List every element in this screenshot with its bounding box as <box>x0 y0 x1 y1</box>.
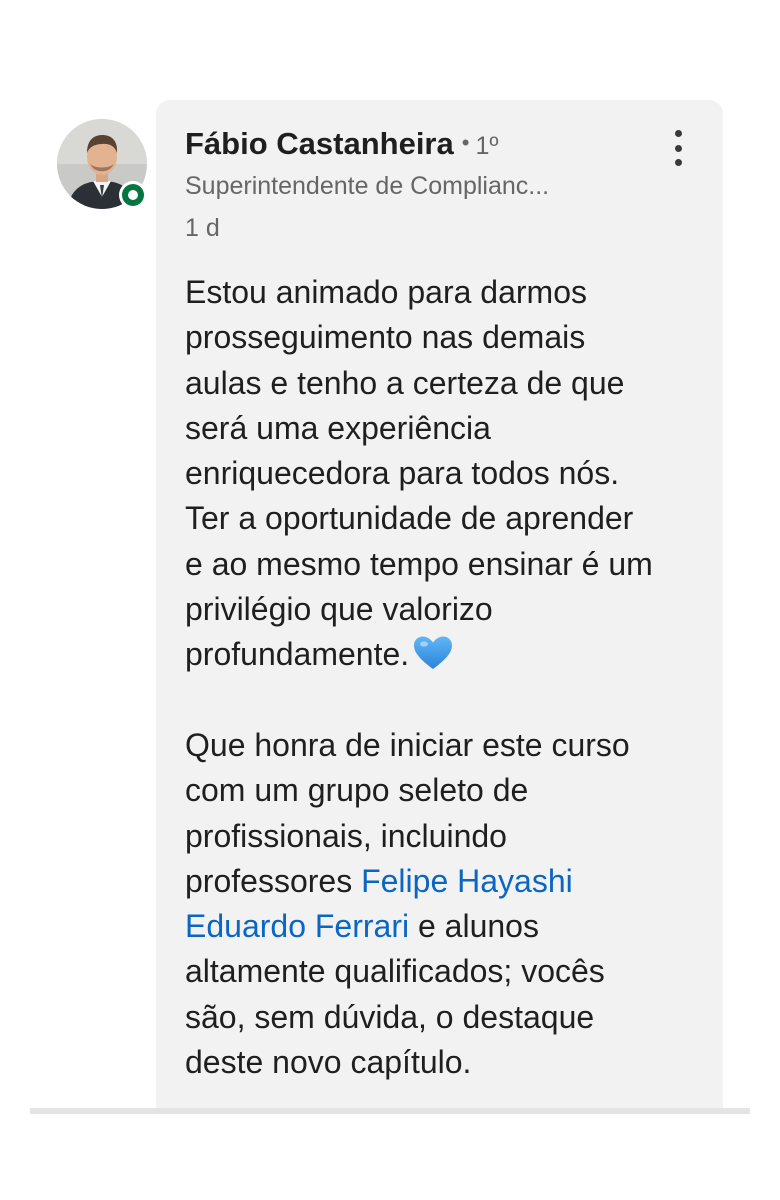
author-name[interactable]: Fábio Castanheira <box>185 126 454 161</box>
comment-text: Estou animado para darmos prosseguimento… <box>185 270 715 1085</box>
comment-card: Fábio Castanheira • 1º Superintendente de … <box>156 100 723 1110</box>
comment-line: enriquecedora para todos nós. <box>185 455 620 492</box>
comment-line-with-emoji: profundamente. <box>185 632 715 677</box>
blue-heart-emoji-icon <box>414 636 453 670</box>
comment-line: Que honra de iniciar este curso <box>185 726 630 763</box>
connection-degree: 1º <box>475 132 499 160</box>
comment-line-with-mention: Eduardo Ferrari e alunos <box>185 904 715 949</box>
comment-line: prosseguimento nas demais <box>185 319 586 356</box>
comment-header: Fábio Castanheira • 1º <box>185 126 499 162</box>
comment-line: deste novo capítulo. <box>185 1044 472 1081</box>
comment-line: Estou animado para darmos <box>185 274 587 310</box>
mention-felipe-hayashi-link[interactable]: Felipe Hayashi <box>361 863 573 899</box>
comment-line: profissionais, incluindo <box>185 817 507 854</box>
comment-line: será uma experiência <box>185 409 491 446</box>
comment-line: altamente qualificados; vocês <box>185 953 605 990</box>
section-divider <box>30 1108 750 1114</box>
mention-eduardo-ferrari-link[interactable]: Eduardo Ferrari <box>185 908 409 944</box>
comment-timestamp: 1 d <box>185 214 220 242</box>
comment-line-text: profundamente. <box>185 636 410 673</box>
comment-line: aulas e tenho a certeza de que <box>185 364 625 401</box>
comment-line: são, sem dúvida, o destaque <box>185 998 595 1035</box>
comment-line: com um grupo seleto de <box>185 772 529 809</box>
comment-line: e ao mesmo tempo ensinar é um <box>185 545 653 582</box>
degree-separator: • <box>461 130 470 155</box>
comment-line-text: professores <box>185 862 362 899</box>
author-headline: Superintendente de Complianc... <box>185 172 550 200</box>
comment-line-with-mention: professores Felipe Hayashi <box>185 859 715 904</box>
comment-line: privilégio que valorizo <box>185 591 493 628</box>
comment-line-text: e alunos <box>409 908 539 945</box>
more-options-button[interactable] <box>664 128 692 168</box>
comment-line: Ter a oportunidade de aprender <box>185 500 634 537</box>
presence-status-icon <box>119 181 147 209</box>
more-options-icon <box>674 130 682 137</box>
